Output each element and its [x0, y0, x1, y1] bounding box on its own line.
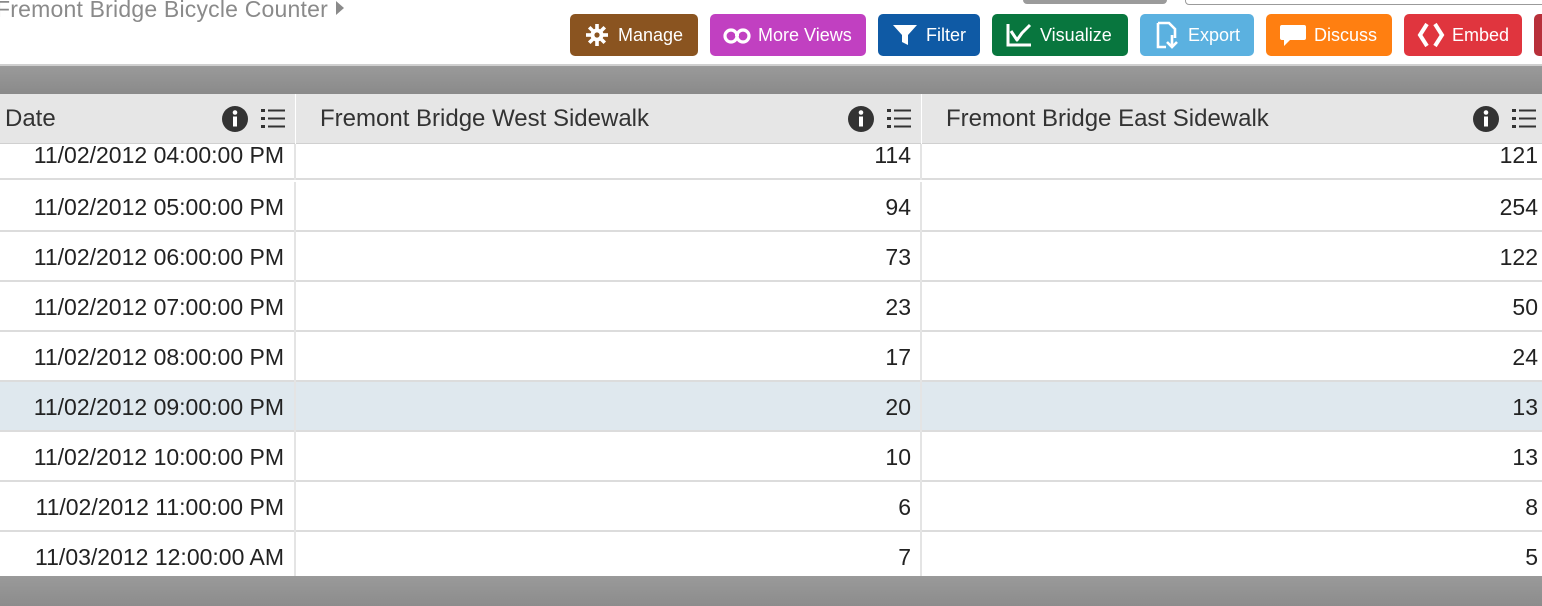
- table-row-selected[interactable]: 11/02/2012 09:00:00 PM 20 13: [0, 382, 1542, 432]
- caret-right-icon: [335, 1, 344, 15]
- table-row[interactable]: 11/02/2012 04:00:00 PM 114 121: [0, 144, 1542, 180]
- cell-east[interactable]: 13: [922, 432, 1542, 482]
- cell-east[interactable]: 121: [922, 144, 1542, 180]
- table-row[interactable]: 11/02/2012 11:00:00 PM 6 8: [0, 482, 1542, 532]
- cell-west[interactable]: 94: [296, 182, 922, 232]
- cell-west[interactable]: 114: [296, 144, 922, 180]
- grid-top-bar: [0, 64, 1542, 94]
- cell-date[interactable]: 11/02/2012 05:00:00 PM: [0, 182, 296, 232]
- cell-west[interactable]: 17: [296, 332, 922, 382]
- column-menu-icon[interactable]: [1510, 105, 1538, 133]
- filter-button[interactable]: Filter: [878, 14, 980, 56]
- cell-east[interactable]: 254: [922, 182, 1542, 232]
- cell-date[interactable]: 11/02/2012 07:00:00 PM: [0, 282, 296, 332]
- chart-icon: [1006, 23, 1032, 47]
- visualize-button[interactable]: Visualize: [992, 14, 1128, 56]
- grid-bottom-bar: [0, 576, 1542, 606]
- cell-east[interactable]: 50: [922, 282, 1542, 332]
- cell-east[interactable]: 5: [922, 532, 1542, 576]
- embed-label: Embed: [1452, 24, 1510, 45]
- cell-east[interactable]: 13: [922, 382, 1542, 432]
- cell-date[interactable]: 11/03/2012 12:00:00 AM: [0, 532, 296, 576]
- filter-label: Filter: [926, 24, 966, 45]
- cell-date[interactable]: 11/02/2012 10:00:00 PM: [0, 432, 296, 482]
- table-header: Date Fremont Bridge West Sidewalk Fremon…: [0, 94, 1542, 144]
- cell-west[interactable]: 23: [296, 282, 922, 332]
- cell-west[interactable]: 6: [296, 482, 922, 532]
- column-header-east[interactable]: Fremont Bridge East Sidewalk: [922, 94, 1542, 144]
- search-input-stub[interactable]: [1185, 0, 1542, 5]
- discuss-label: Discuss: [1314, 24, 1378, 45]
- gear-icon: [586, 24, 608, 46]
- views-icon: [723, 28, 751, 44]
- top-control-stub[interactable]: [1023, 0, 1167, 4]
- table-row[interactable]: 11/02/2012 08:00:00 PM 17 24: [0, 332, 1542, 382]
- visualize-label: Visualize: [1040, 24, 1112, 45]
- filter-icon: [893, 25, 917, 45]
- info-icon[interactable]: [1472, 105, 1500, 133]
- manage-button[interactable]: Manage: [570, 14, 698, 56]
- cell-date[interactable]: 11/02/2012 04:00:00 PM: [0, 144, 296, 180]
- column-header-label: Date: [5, 105, 56, 132]
- discuss-button[interactable]: Discuss: [1266, 14, 1392, 56]
- cell-east[interactable]: 122: [922, 232, 1542, 282]
- export-icon: [1156, 21, 1178, 49]
- speech-bubble-icon: [1280, 25, 1306, 46]
- manage-label: Manage: [618, 24, 684, 45]
- column-menu-icon[interactable]: [259, 105, 287, 133]
- column-header-west[interactable]: Fremont Bridge West Sidewalk: [296, 94, 922, 144]
- export-label: Export: [1188, 24, 1241, 45]
- cell-date[interactable]: 11/02/2012 11:00:00 PM: [0, 482, 296, 532]
- cell-west[interactable]: 20: [296, 382, 922, 432]
- toolbar: Manage More Views Filter Visualize Expor…: [0, 14, 1542, 56]
- table-row[interactable]: 11/02/2012 05:00:00 PM 94 254: [0, 182, 1542, 232]
- cell-east[interactable]: 24: [922, 332, 1542, 382]
- column-header-label: Fremont Bridge West Sidewalk: [320, 105, 650, 132]
- table-body: 11/02/2012 04:00:00 PM 114 121 11/02/201…: [0, 144, 1542, 576]
- column-menu-icon[interactable]: [885, 105, 913, 133]
- more-views-label: More Views: [758, 24, 852, 45]
- cell-date[interactable]: 11/02/2012 08:00:00 PM: [0, 332, 296, 382]
- info-icon[interactable]: [847, 105, 875, 133]
- embed-button[interactable]: Embed: [1404, 14, 1522, 56]
- table-row[interactable]: 11/03/2012 12:00:00 AM 7 5: [0, 532, 1542, 576]
- table-row[interactable]: 11/02/2012 07:00:00 PM 23 50: [0, 282, 1542, 332]
- code-brackets-icon: [1417, 22, 1445, 48]
- column-header-label: Fremont Bridge East Sidewalk: [946, 105, 1269, 132]
- cell-west[interactable]: 73: [296, 232, 922, 282]
- column-header-date[interactable]: Date: [0, 94, 296, 144]
- more-views-button[interactable]: More Views: [710, 14, 866, 56]
- cell-date[interactable]: 11/02/2012 06:00:00 PM: [0, 232, 296, 282]
- cell-west[interactable]: 7: [296, 532, 922, 576]
- cell-west[interactable]: 10: [296, 432, 922, 482]
- info-icon[interactable]: [221, 105, 249, 133]
- overflow-button[interactable]: [1534, 14, 1542, 56]
- table-row[interactable]: 11/02/2012 06:00:00 PM 73 122: [0, 232, 1542, 282]
- cell-date[interactable]: 11/02/2012 09:00:00 PM: [0, 382, 296, 432]
- cell-east[interactable]: 8: [922, 482, 1542, 532]
- export-button[interactable]: Export: [1140, 14, 1254, 56]
- table-row[interactable]: 11/02/2012 10:00:00 PM 10 13: [0, 432, 1542, 482]
